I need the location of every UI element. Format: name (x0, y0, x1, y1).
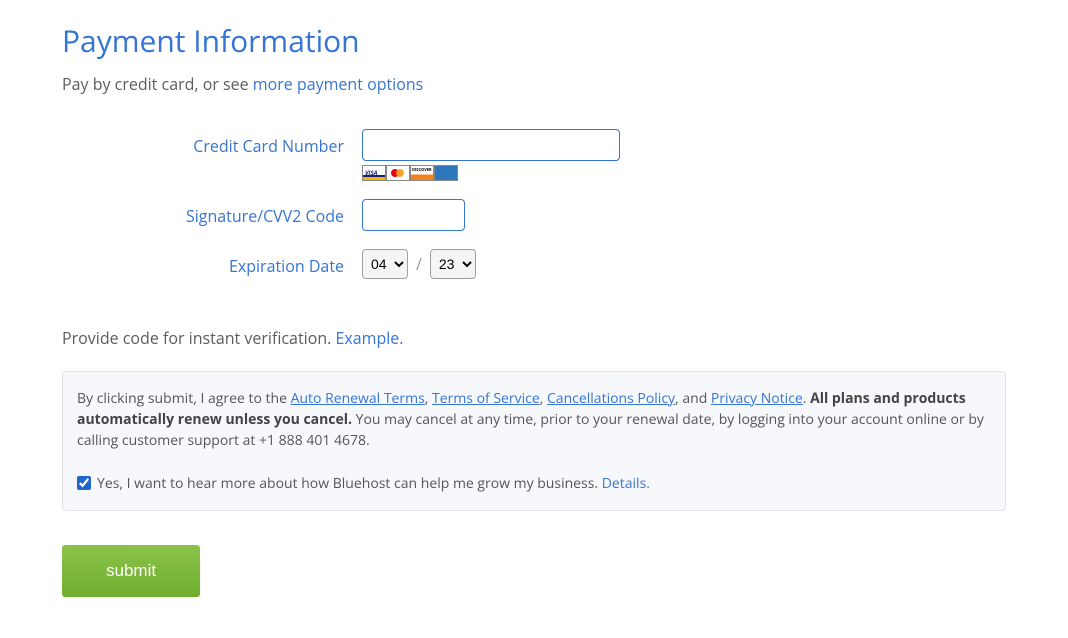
consent-label: Yes, I want to hear more about how Blueh… (97, 473, 650, 494)
verify-text: Provide code for instant verification. E… (62, 327, 1006, 349)
cvv-input[interactable] (362, 199, 465, 231)
details-link[interactable]: Details. (602, 474, 650, 493)
date-separator: / (416, 253, 422, 275)
example-link[interactable]: Example. (335, 327, 403, 349)
terms-period: . (803, 389, 810, 408)
terms-sep3: , and (675, 389, 711, 408)
discover-icon (410, 165, 434, 181)
submit-button[interactable]: submit (62, 545, 200, 597)
cancellation-link[interactable]: Cancellations Policy (547, 389, 675, 408)
verify-prefix: Provide code for instant verification. (62, 327, 335, 349)
expiration-label: Expiration Date (62, 249, 362, 277)
cc-number-label: Credit Card Number (62, 129, 362, 157)
subtitle: Pay by credit card, or see more payment … (62, 73, 1006, 95)
exp-year-select[interactable]: 23 (430, 249, 476, 279)
cc-number-input[interactable] (362, 129, 620, 161)
amex-icon (434, 165, 458, 181)
marketing-consent-checkbox[interactable] (77, 476, 91, 490)
auto-renewal-link[interactable]: Auto Renewal Terms (291, 389, 425, 408)
mastercard-icon (386, 165, 410, 181)
exp-month-select[interactable]: 04 (362, 249, 408, 279)
terms-box: By clicking submit, I agree to the Auto … (62, 371, 1006, 511)
visa-icon (362, 165, 386, 181)
terms-sep2: , (540, 389, 547, 408)
privacy-link[interactable]: Privacy Notice (711, 389, 803, 408)
consent-text: Yes, I want to hear more about how Blueh… (97, 474, 602, 493)
page-title: Payment Information (62, 20, 1006, 61)
tos-link[interactable]: Terms of Service (432, 389, 540, 408)
terms-paragraph: By clicking submit, I agree to the Auto … (77, 388, 991, 451)
more-payment-options-link[interactable]: more payment options (253, 73, 424, 95)
terms-prefix: By clicking submit, I agree to the (77, 389, 291, 408)
card-icons (362, 165, 458, 181)
subtitle-text: Pay by credit card, or see (62, 73, 253, 95)
terms-sep1: , (425, 389, 432, 408)
cvv-label: Signature/CVV2 Code (62, 199, 362, 227)
